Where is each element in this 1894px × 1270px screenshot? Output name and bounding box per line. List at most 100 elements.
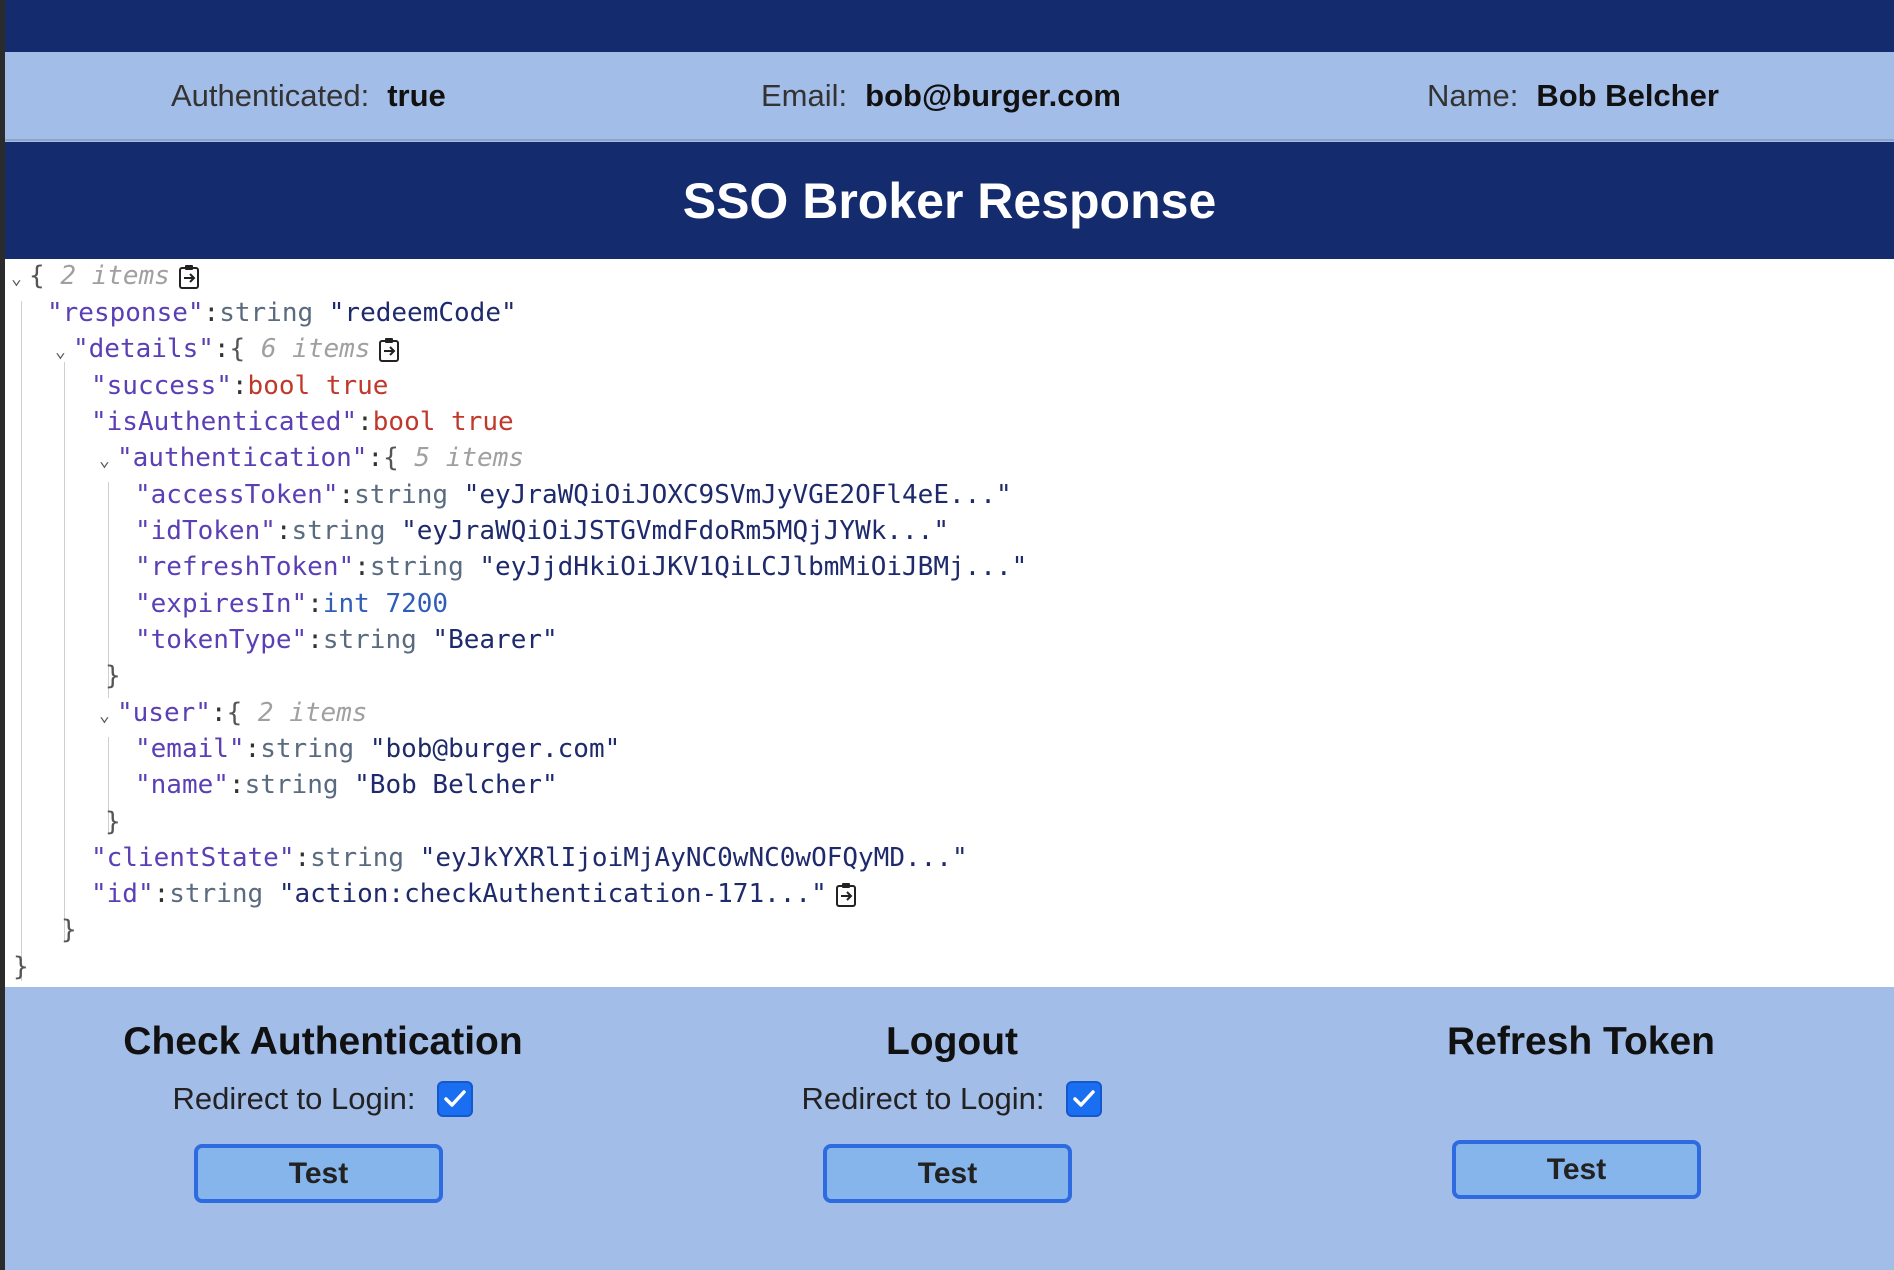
caret-down-icon[interactable]: ⌄ [11, 262, 29, 296]
json-line-user[interactable]: ⌄ "user":{ 2 items [99, 696, 367, 730]
clipboard-copy-icon[interactable] [835, 882, 857, 908]
check-authentication-section: Check Authentication Redirect to Login: [63, 987, 583, 1119]
json-value: 7200 [385, 589, 449, 619]
json-type: bool [372, 407, 436, 437]
checkmark-icon [444, 1090, 467, 1107]
json-close-brace: } [61, 915, 77, 945]
refresh-token-section: Refresh Token [1321, 987, 1841, 1067]
json-line-name: "name":string "Bob Belcher" [135, 770, 558, 800]
actions-panel: Check Authentication Redirect to Login: … [5, 987, 1894, 1270]
page-title: SSO Broker Response [682, 172, 1217, 229]
logout-section: Logout Redirect to Login: [692, 987, 1212, 1119]
caret-down-icon[interactable]: ⌄ [99, 444, 117, 478]
json-key: "clientState" [91, 843, 295, 873]
json-value: true [451, 407, 514, 437]
check-authentication-title: Check Authentication [123, 1020, 523, 1063]
json-value: "eyJjdHkiOiJKV1QiLCJlbmMiOiJBMj..." [479, 552, 1028, 582]
json-root-line[interactable]: ⌄{ 2 items [11, 259, 200, 293]
checkmark-icon [1073, 1090, 1096, 1107]
redirect-option: Redirect to Login: [692, 1079, 1212, 1119]
json-line-refreshtoken: "refreshToken":string "eyJjdHkiOiJKV1QiL… [135, 552, 1028, 582]
json-key: "name" [135, 770, 229, 800]
json-line-expiresin: "expiresIn":int 7200 [135, 589, 449, 619]
json-value: "eyJraWQiOiJSTGVmdFdoRm5MQjJYWk..." [401, 516, 949, 546]
user-item-count: 2 items [257, 698, 368, 728]
refresh-token-title: Refresh Token [1446, 1020, 1715, 1063]
json-key: "success" [91, 371, 232, 401]
json-line-details[interactable]: ⌄ "details":{ 6 items [55, 332, 400, 366]
redirect-to-login-checkbox[interactable] [1066, 1081, 1103, 1117]
json-line-response: "response":string "redeemCode" [47, 298, 517, 328]
top-bar [5, 0, 1894, 52]
json-value: "action:checkAuthentication-171..." [278, 879, 827, 909]
logout-title: Logout [885, 1020, 1019, 1063]
refresh-token-test-button[interactable]: Test [1452, 1140, 1701, 1199]
authentication-item-count: 5 items [414, 443, 524, 473]
json-value: "eyJkYXRlIjoiMjAyNC0wNC0wOFQyMD..." [419, 843, 968, 873]
authenticated-status: Authenticated: true [171, 78, 446, 114]
json-value: "Bearer" [432, 625, 558, 655]
json-key: "tokenType" [135, 625, 308, 655]
email-label: Email: [761, 78, 848, 113]
clipboard-copy-icon[interactable] [178, 264, 200, 290]
json-key: "user" [117, 698, 211, 728]
clipboard-copy-icon[interactable] [378, 337, 400, 363]
json-line-id: "id":string "action:checkAuthentication-… [91, 877, 857, 911]
json-key: "accessToken" [135, 480, 339, 510]
json-type: int [322, 589, 370, 619]
json-key: "refreshToken" [135, 552, 355, 582]
logout-test-button[interactable]: Test [823, 1144, 1072, 1203]
tree-guide-details [64, 362, 65, 942]
authenticated-label: Authenticated: [171, 78, 370, 113]
auth-status-bar: Authenticated: true Email: bob@burger.com … [5, 52, 1894, 141]
json-close-brace: } [13, 952, 29, 982]
json-line-email: "email":string "bob@burger.com" [135, 734, 621, 764]
details-item-count: 6 items [260, 334, 371, 364]
json-type: string [322, 625, 417, 655]
json-key: "idToken" [135, 516, 276, 546]
json-close-brace: } [105, 807, 121, 837]
title-bar: SSO Broker Response [5, 142, 1894, 259]
json-key: "details" [73, 334, 214, 364]
name-label: Name: [1427, 78, 1519, 113]
json-type: string [219, 298, 314, 328]
json-type: string [369, 552, 464, 582]
json-type: bool [247, 371, 311, 401]
json-key: "response" [47, 298, 204, 328]
json-line-success: "success":bool true [91, 371, 389, 401]
json-key: "expiresIn" [135, 589, 308, 619]
app-frame: Authenticated: true Email: bob@burger.com … [5, 0, 1894, 1270]
name-status: Name: Bob Belcher [1427, 78, 1719, 114]
json-type: string [260, 734, 355, 764]
redirect-label: Redirect to Login: [801, 1081, 1045, 1116]
tree-guide-root [21, 301, 22, 981]
redirect-option: Redirect to Login: [63, 1079, 583, 1119]
check-authentication-test-button[interactable]: Test [194, 1144, 443, 1203]
name-value: Bob Belcher [1536, 78, 1719, 113]
authenticated-value: true [387, 78, 446, 113]
json-line-clientstate: "clientState":string "eyJkYXRlIjoiMjAyNC… [91, 843, 968, 873]
email-status: Email: bob@burger.com [761, 78, 1121, 114]
json-close-brace: } [105, 661, 121, 691]
json-value: "eyJraWQiOiJOXC9SVmJyVGE2OFl4eE..." [463, 480, 1012, 510]
caret-down-icon[interactable]: ⌄ [99, 699, 117, 733]
caret-down-icon[interactable]: ⌄ [55, 335, 73, 369]
json-key: "isAuthenticated" [91, 407, 358, 437]
json-value: "redeemCode" [328, 298, 517, 328]
json-line-accesstoken: "accessToken":string "eyJraWQiOiJOXC9SVm… [135, 480, 1012, 510]
json-type: string [291, 516, 386, 546]
json-line-authentication[interactable]: ⌄ "authentication":{ 5 items [99, 441, 524, 475]
json-viewer: ⌄{ 2 items "response":string "redeemCode… [5, 259, 1894, 987]
json-line-idtoken: "idToken":string "eyJraWQiOiJSTGVmdFdoRm… [135, 516, 949, 546]
json-key: "email" [135, 734, 245, 764]
redirect-to-login-checkbox[interactable] [437, 1081, 474, 1117]
redirect-label: Redirect to Login: [172, 1081, 416, 1116]
json-value: "bob@burger.com" [369, 734, 621, 764]
json-type: string [244, 770, 339, 800]
json-key: "authentication" [117, 443, 368, 473]
root-item-count: 2 items [60, 261, 170, 291]
json-value: true [325, 371, 389, 401]
json-line-isauthenticated: "isAuthenticated":bool true [91, 407, 514, 437]
json-type: string [310, 843, 405, 873]
json-value: "Bob Belcher" [354, 770, 558, 800]
